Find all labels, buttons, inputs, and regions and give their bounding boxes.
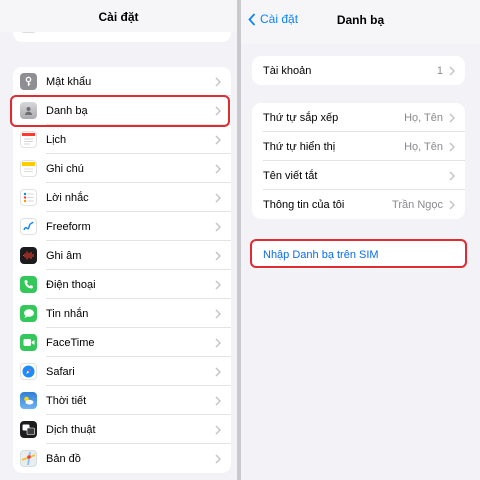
- item-label: Thời tiết: [46, 394, 87, 407]
- item-label: Dịch thuật: [46, 423, 96, 436]
- item-label: Ghi âm: [46, 249, 82, 262]
- settings-item-passwords[interactable]: Mật khẩu: [13, 67, 231, 96]
- item-label: Freeform: [46, 220, 91, 233]
- accounts-count: 1: [436, 64, 443, 77]
- settings-item-facetime[interactable]: FaceTime: [13, 328, 231, 357]
- import-sim-highlight-box: [250, 239, 467, 268]
- item-label: Lời nhắc: [46, 191, 89, 204]
- settings-item-calendar[interactable]: Lịch: [13, 125, 231, 154]
- settings-item-messages[interactable]: Tin nhắn: [13, 299, 231, 328]
- accounts-row[interactable]: Tài khoản 1: [252, 56, 465, 85]
- chevron-right-icon: [215, 250, 221, 261]
- contacts-navbar: Cài đặt Danh bạ: [241, 0, 480, 44]
- item-label: Bản đồ: [46, 452, 81, 465]
- settings-item-reminders[interactable]: Lời nhắc: [13, 183, 231, 212]
- chevron-right-icon: [215, 279, 221, 290]
- chevron-right-icon: [449, 199, 455, 210]
- chevron-right-icon: [215, 221, 221, 232]
- item-label: FaceTime: [46, 336, 95, 349]
- my-info-row[interactable]: Thông tin của tôi Trần Ngọc: [252, 190, 465, 219]
- item-label: Tin nhắn: [46, 307, 89, 320]
- sort-order-value: Họ, Tên: [404, 111, 443, 124]
- accounts-label: Tài khoản: [263, 64, 312, 77]
- item-label: Safari: [46, 365, 75, 378]
- settings-item-safari[interactable]: Safari: [13, 357, 231, 386]
- notes-icon: [20, 160, 37, 177]
- chevron-right-icon: [215, 134, 221, 145]
- settings-navbar: Cài đặt: [0, 0, 237, 32]
- my-info-value: Trần Ngọc: [392, 198, 443, 211]
- chevron-right-icon: [449, 170, 455, 181]
- chevron-right-icon: [449, 112, 455, 123]
- freeform-icon: [20, 218, 37, 235]
- calendar-icon: [20, 131, 37, 148]
- chevron-right-icon: [215, 308, 221, 319]
- apps-list: Mật khẩu Danh bạ Lịch Ghi chú Lời nhắc F…: [13, 67, 231, 473]
- item-label: Mật khẩu: [46, 75, 92, 88]
- display-order-value: Họ, Tên: [404, 140, 443, 153]
- settings-item-notes[interactable]: Ghi chú: [13, 154, 231, 183]
- voice-memos-icon: [20, 247, 37, 264]
- chevron-right-icon: [215, 366, 221, 377]
- settings-item-maps[interactable]: Bản đồ: [13, 444, 231, 473]
- my-info-label: Thông tin của tôi: [263, 198, 345, 211]
- sort-order-row[interactable]: Thứ tự sắp xếp Họ, Tên: [252, 103, 465, 132]
- settings-item-weather[interactable]: Thời tiết: [13, 386, 231, 415]
- settings-item-phone[interactable]: Điện thoại: [13, 270, 231, 299]
- chevron-right-icon: [215, 192, 221, 203]
- settings-panel: Ví Cài đặt Mật khẩu Danh bạ Lị: [0, 0, 237, 480]
- contacts-settings-panel: Cài đặt Danh bạ Tài khoản 1 Thứ tự sắp x…: [241, 0, 480, 480]
- translate-icon: [20, 421, 37, 438]
- phone-icon: [20, 276, 37, 293]
- short-name-label: Tên viết tắt: [263, 169, 318, 182]
- settings-item-translate[interactable]: Dịch thuật: [13, 415, 231, 444]
- page-title: Danh bạ: [336, 13, 385, 27]
- display-order-label: Thứ tự hiển thị: [263, 140, 336, 153]
- chevron-right-icon: [215, 453, 221, 464]
- item-label: Ghi chú: [46, 162, 84, 175]
- key-icon: [20, 73, 37, 90]
- settings-item-freeform[interactable]: Freeform: [13, 212, 231, 241]
- chevron-right-icon: [449, 141, 455, 152]
- item-label: Điện thoại: [46, 278, 96, 291]
- messages-icon: [20, 305, 37, 322]
- chevron-right-icon: [215, 424, 221, 435]
- chevron-right-icon: [215, 163, 221, 174]
- maps-icon: [20, 450, 37, 467]
- reminders-icon: [20, 189, 37, 206]
- item-label: Lịch: [46, 133, 67, 146]
- settings-item-voice-memos[interactable]: Ghi âm: [13, 241, 231, 270]
- contacts-highlight-box: [10, 95, 230, 127]
- chevron-right-icon: [215, 76, 221, 87]
- weather-icon: [20, 392, 37, 409]
- display-order-row[interactable]: Thứ tự hiển thị Họ, Tên: [252, 132, 465, 161]
- chevron-right-icon: [215, 337, 221, 348]
- sort-order-label: Thứ tự sắp xếp: [263, 111, 339, 124]
- facetime-icon: [20, 334, 37, 351]
- chevron-right-icon: [215, 395, 221, 406]
- page-title: Cài đặt: [98, 10, 139, 24]
- short-name-row[interactable]: Tên viết tắt: [252, 161, 465, 190]
- display-settings-group: Thứ tự sắp xếp Họ, Tên Thứ tự hiển thị H…: [252, 103, 465, 219]
- accounts-group: Tài khoản 1: [252, 56, 465, 85]
- safari-icon: [20, 363, 37, 380]
- chevron-right-icon: [449, 65, 455, 76]
